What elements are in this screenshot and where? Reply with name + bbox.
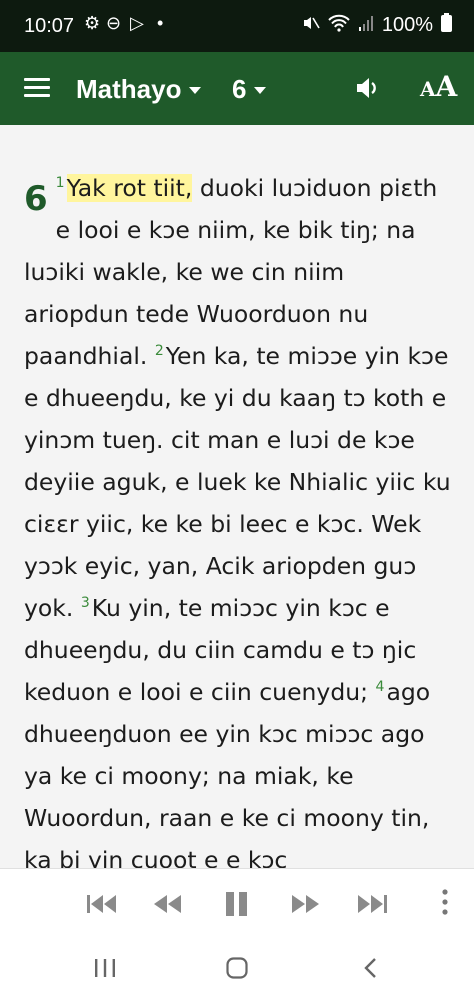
verse-number: 3 (80, 595, 90, 612)
skip-next-icon[interactable] (356, 893, 388, 915)
book-selector[interactable]: Mathayo (76, 74, 202, 105)
verse-text[interactable]: Yen ka, te miɔɔe yin kɔe e dhueeŋdu, ke … (24, 342, 451, 622)
verse-text[interactable]: duoki luɔiduon piɛth e looi e kɔe niim, … (24, 174, 437, 370)
more-options-icon[interactable] (442, 889, 448, 915)
notification-dot-icon: • (157, 13, 164, 33)
system-nav-bar (0, 938, 474, 1000)
chapter-dropdown-caret-icon (254, 87, 267, 94)
text-size-icon[interactable]: AA (420, 70, 457, 103)
chapter-number: 6 (24, 179, 48, 219)
pause-icon[interactable] (224, 892, 250, 916)
home-icon[interactable] (226, 957, 248, 983)
battery-percent: 100% (381, 14, 433, 36)
book-name: Mathayo (76, 74, 182, 104)
status-right: 100% (302, 13, 452, 38)
do-not-disturb-icon: ⊖ (106, 13, 122, 33)
verse-number: 2 (154, 343, 164, 360)
menu-icon[interactable] (24, 78, 50, 98)
fast-forward-icon[interactable] (290, 893, 322, 915)
cast-icon: ▷ (130, 13, 144, 33)
skip-previous-icon[interactable] (86, 893, 118, 915)
book-dropdown-caret-icon (189, 87, 202, 94)
recent-apps-icon[interactable] (94, 958, 116, 982)
verse-number: 1 (55, 175, 65, 192)
speaker-icon[interactable] (354, 74, 382, 102)
wifi-icon (328, 14, 350, 38)
audio-player (0, 868, 474, 939)
reader-content[interactable]: 6 1Yak rot tiit, duoki luɔiduon piɛth e … (0, 125, 474, 868)
signal-icon (358, 14, 374, 38)
chapter-selector[interactable]: 6 (232, 74, 267, 105)
verse-text[interactable]: ago dhueeŋduon ee yin kɔc miɔɔc ago ya k… (24, 678, 430, 868)
status-time: 10:07 (24, 15, 75, 37)
back-icon[interactable] (362, 957, 378, 983)
chapter-name: 6 (232, 74, 247, 104)
chapter-text: 6 1Yak rot tiit, duoki luɔiduon piɛth e … (24, 167, 454, 868)
verse-number: 4 (375, 679, 385, 696)
highlighted-text[interactable]: Yak rot tiit, (66, 174, 193, 202)
battery-icon (441, 13, 452, 38)
gear-icon: ⚙ (84, 13, 101, 33)
mute-icon (302, 14, 320, 38)
app-bar: Mathayo 6 AA (0, 52, 474, 125)
status-bar: 10:07 ⚙ ⊖ ▷ • 100% (0, 0, 474, 52)
rewind-icon[interactable] (152, 893, 184, 915)
